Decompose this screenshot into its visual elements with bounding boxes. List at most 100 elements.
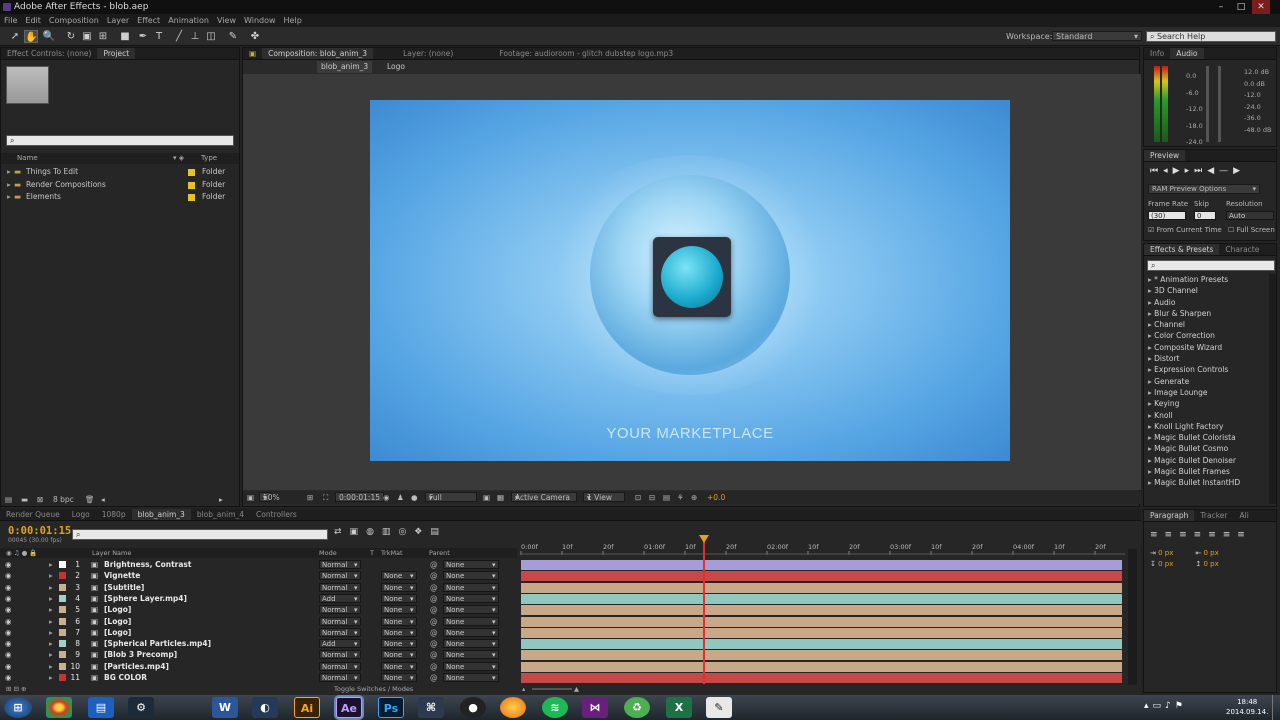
label-swatch[interactable] <box>59 662 66 670</box>
transparency-grid-icon[interactable]: ▦ <box>497 491 504 504</box>
column-type[interactable]: Type <box>201 153 217 164</box>
space-after-value[interactable]: 0 px <box>1203 560 1218 568</box>
camera-tool-icon[interactable]: ▣ <box>80 30 94 43</box>
mode-select[interactable]: Normal ▾ <box>319 560 361 569</box>
pickwhip-icon[interactable]: @ <box>430 559 438 570</box>
effect-category[interactable]: Blur & Sharpen <box>1144 308 1268 319</box>
table-row[interactable]: ◉ ▸ 7 ▣ [Logo] Normal ▾ None ▾ @ None ▾ <box>0 627 517 638</box>
parent-select[interactable]: None ▾ <box>443 673 499 682</box>
table-row[interactable]: ◉ ▸ 9 ▣ [Blob 3 Precomp] Normal ▾ None ▾ @ None ▾ <box>0 649 517 660</box>
expand-icon[interactable]: ▸ <box>49 582 53 593</box>
expand-panes-icon[interactable]: ⊞ ⊟ ⊕ <box>6 684 26 694</box>
firefox-icon[interactable] <box>500 697 526 718</box>
label-swatch[interactable] <box>59 561 66 568</box>
layer-name[interactable]: Brightness, Contrast <box>104 559 191 570</box>
hide-shy-icon[interactable]: ◍ <box>366 527 382 537</box>
pickwhip-icon[interactable]: @ <box>430 593 438 604</box>
last-frame-icon[interactable]: ⏭ <box>1194 166 1207 176</box>
volume-slider-right[interactable] <box>1218 66 1221 142</box>
col-parent[interactable]: Parent <box>429 548 450 558</box>
layer-name[interactable]: BG COLOR <box>104 672 147 683</box>
fast-previews-icon[interactable]: ⊟ <box>649 491 655 504</box>
tab-audio[interactable]: Audio <box>1170 48 1204 59</box>
parent-select[interactable]: None ▾ <box>443 560 499 569</box>
label-swatch[interactable] <box>59 606 66 614</box>
always-preview-icon[interactable]: ▣ <box>247 491 254 504</box>
layer-name[interactable]: [Logo] <box>104 616 131 627</box>
timecode-field[interactable]: 0:00:01:15 <box>335 492 384 502</box>
parent-select[interactable]: None ▾ <box>443 571 499 581</box>
current-timecode[interactable]: 0:00:01:15 <box>8 525 71 537</box>
tab-project[interactable]: Project <box>97 48 136 59</box>
expand-icon[interactable]: ▸ <box>49 661 53 672</box>
zoom-slider[interactable] <box>532 688 572 690</box>
expand-icon[interactable]: ▸ <box>7 166 11 179</box>
tab-effects-presets[interactable]: Effects & Presets <box>1144 244 1220 255</box>
trkmat-select[interactable]: None ▾ <box>381 639 417 649</box>
list-item[interactable]: ▸ ▬ Things To Edit Folder <box>1 166 239 179</box>
effect-category[interactable]: * Animation Presets <box>1144 274 1268 285</box>
cinema4d-icon[interactable]: ⌘ <box>418 697 444 718</box>
effect-category[interactable]: Audio <box>1144 297 1268 308</box>
pickwhip-icon[interactable]: @ <box>430 616 438 627</box>
clock[interactable]: 18:48 2014.09.14. <box>1226 697 1268 717</box>
space-before-value[interactable]: 0 px <box>1158 560 1173 568</box>
tab-composition[interactable]: Composition: blob_anim_3 <box>262 48 374 59</box>
visual-studio-icon[interactable]: ⋈ <box>582 697 608 718</box>
effect-category[interactable]: Expression Controls <box>1144 364 1268 375</box>
effect-category[interactable]: Keying <box>1144 398 1268 409</box>
layer-duration-bar[interactable] <box>521 661 1122 672</box>
camera-select[interactable]: Active Camera ▾ <box>511 492 577 502</box>
search-help-input[interactable]: ⌕ Search Help <box>1146 31 1276 42</box>
mode-select[interactable]: Normal ▾ <box>319 616 361 626</box>
label-swatch[interactable] <box>59 572 66 580</box>
label-swatch[interactable] <box>59 628 66 636</box>
expand-icon[interactable]: ▸ <box>49 672 53 683</box>
menu-effect[interactable]: Effect <box>133 14 164 27</box>
first-frame-icon[interactable]: ⏮ <box>1150 166 1163 176</box>
timeline-scrollbar[interactable] <box>1128 549 1137 685</box>
align-right-icon[interactable]: ≡ <box>1179 530 1194 540</box>
parent-select[interactable]: None ▾ <box>443 605 499 615</box>
layer-duration-bar[interactable] <box>521 571 1122 582</box>
tab-footage[interactable]: Footage: audioroom - glitch dubstep logo… <box>459 48 679 59</box>
mute-icon[interactable]: ◀ <box>1207 166 1219 176</box>
layer-name[interactable]: [Spherical Particles.mp4] <box>104 638 211 649</box>
effect-category[interactable]: Magic Bullet Colorista <box>1144 432 1268 443</box>
effect-category[interactable]: Distort <box>1144 353 1268 364</box>
zoom-tool-icon[interactable]: 🔍 <box>42 30 56 43</box>
flag-icon[interactable]: ⚑ <box>1175 701 1187 711</box>
layer-name[interactable]: Vignette <box>104 570 140 581</box>
effect-category[interactable]: Magic Bullet InstantHD <box>1144 477 1268 488</box>
zoom-select[interactable]: 50% ▾ <box>259 492 280 502</box>
tab-effect-controls[interactable]: Effect Controls: (none) <box>1 48 97 59</box>
table-row[interactable]: ◉ ▸ 5 ▣ [Logo] Normal ▾ None ▾ @ None ▾ <box>0 604 517 615</box>
type-tool-icon[interactable]: T <box>152 30 166 43</box>
lock-icon[interactable]: ▣ <box>243 48 262 59</box>
frame-rate-field[interactable]: (30) <box>1148 211 1186 220</box>
pickwhip-icon[interactable]: @ <box>430 672 438 683</box>
excel-icon[interactable]: X <box>666 697 692 718</box>
layer-duration-bar[interactable] <box>521 616 1122 627</box>
clone-tool-icon[interactable]: ⊥ <box>188 30 202 43</box>
crumb-logo[interactable]: Logo <box>387 61 405 73</box>
indent-right-value[interactable]: 0 px <box>1203 549 1218 557</box>
layer-duration-bar[interactable] <box>521 673 1122 683</box>
puppet-tool-icon[interactable]: ✤ <box>248 30 262 43</box>
tray-expand-icon[interactable]: ▴ <box>1144 701 1153 711</box>
menu-edit[interactable]: Edit <box>21 14 45 27</box>
layer-name[interactable]: [Particles.mp4] <box>104 661 169 672</box>
menu-composition[interactable]: Composition <box>45 14 103 27</box>
exposure-icon[interactable]: ⊕ <box>691 491 697 504</box>
close-button[interactable]: ✕ <box>1252 0 1270 14</box>
ram-preview-icon[interactable]: ▶ <box>1233 166 1245 176</box>
tab-layer[interactable]: Layer: (none) <box>373 48 459 59</box>
eye-icon[interactable]: ◉ <box>5 604 12 615</box>
resolution-select[interactable]: Full ▾ <box>425 492 477 502</box>
next-frame-icon[interactable]: ▸ <box>1185 166 1195 176</box>
show-desktop-button[interactable] <box>1272 695 1280 720</box>
pan-behind-tool-icon[interactable]: ⊞ <box>96 30 110 43</box>
expand-icon[interactable]: ▸ <box>49 649 53 660</box>
mode-select[interactable]: Normal ▾ <box>319 627 361 637</box>
effect-category[interactable]: Magic Bullet Cosmo <box>1144 443 1268 454</box>
